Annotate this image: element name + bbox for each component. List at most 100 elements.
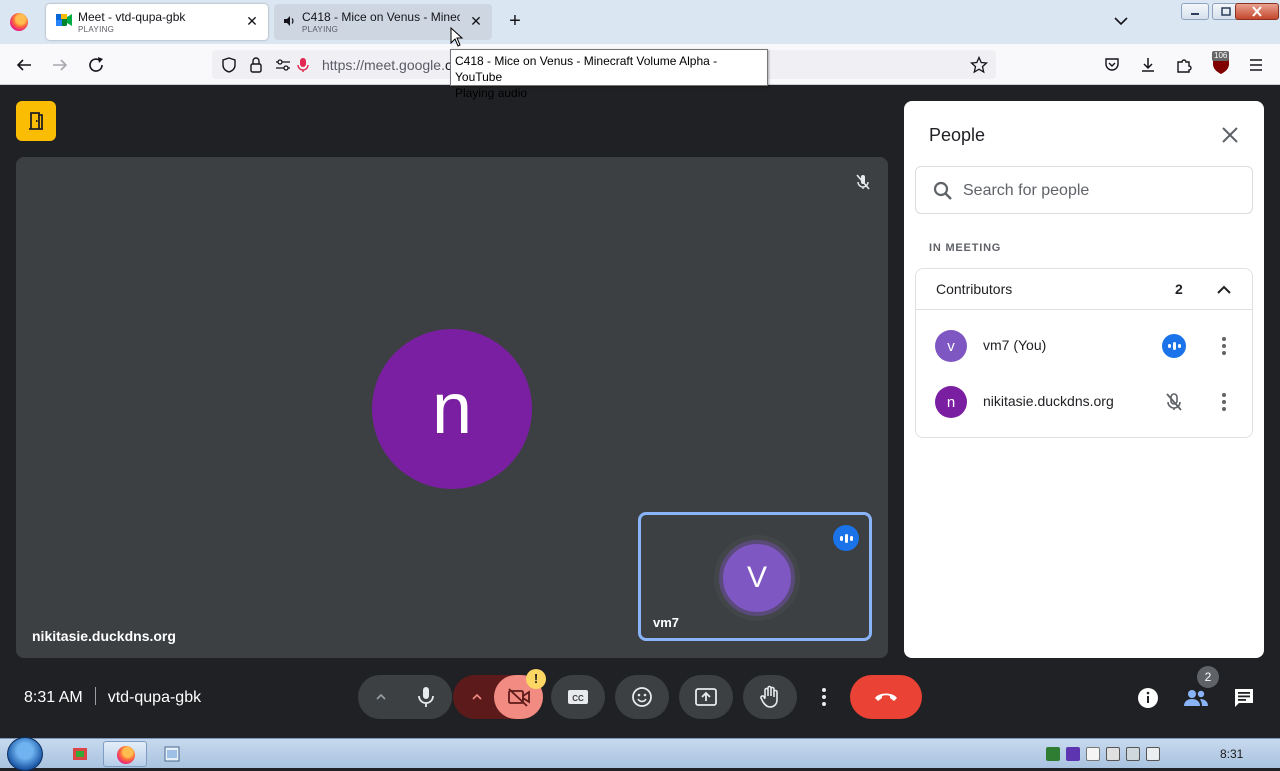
speaker-icon[interactable] bbox=[283, 15, 295, 27]
more-options-icon[interactable] bbox=[1212, 390, 1236, 414]
leave-call-button[interactable] bbox=[850, 675, 922, 719]
search-placeholder: Search for people bbox=[963, 182, 1090, 199]
door-icon bbox=[29, 112, 43, 130]
svg-text:CC: CC bbox=[572, 694, 584, 703]
tab-tooltip: C418 - Mice on Venus - Minecraft Volume … bbox=[450, 49, 768, 100]
info-icon bbox=[1138, 688, 1158, 708]
meeting-lobby-button[interactable] bbox=[16, 101, 56, 141]
tab-title: Meet - vtd-qupa-gbk bbox=[78, 10, 186, 24]
camera-warning-badge[interactable]: ! bbox=[526, 669, 546, 689]
hang-up-icon bbox=[875, 693, 897, 701]
self-name: vm7 bbox=[653, 615, 680, 630]
muted-microphone-icon bbox=[1166, 393, 1182, 411]
more-vert-icon bbox=[822, 688, 826, 706]
chevron-up-icon[interactable] bbox=[470, 690, 484, 704]
lock-icon[interactable] bbox=[248, 56, 264, 74]
close-tab-icon[interactable]: ✕ bbox=[468, 13, 484, 29]
app-icon bbox=[73, 748, 87, 760]
divider bbox=[94, 687, 96, 705]
downloads-button[interactable] bbox=[1136, 53, 1160, 77]
chevron-up-icon[interactable] bbox=[374, 690, 388, 704]
back-button[interactable] bbox=[12, 53, 36, 77]
people-panel: People Search for people IN MEETING Cont… bbox=[904, 101, 1264, 658]
contributors-group: Contributors 2 v vm7 (You) n nikitasie.d… bbox=[915, 268, 1253, 438]
taskbar-explorer-button[interactable] bbox=[150, 741, 194, 767]
closed-captions-icon: CC bbox=[568, 690, 588, 704]
emoji-smile-icon bbox=[632, 687, 652, 707]
flag-icon[interactable] bbox=[1106, 747, 1120, 761]
people-button[interactable] bbox=[1183, 685, 1209, 711]
mouse-cursor-icon bbox=[450, 27, 464, 47]
pocket-button[interactable] bbox=[1100, 53, 1124, 77]
speaking-status bbox=[1162, 334, 1186, 358]
raise-hand-icon bbox=[760, 685, 778, 708]
participant-avatar: n bbox=[935, 386, 967, 418]
back-arrow-icon bbox=[16, 59, 31, 71]
hamburger-menu-icon bbox=[1250, 59, 1262, 71]
volume-icon[interactable] bbox=[1146, 747, 1160, 761]
more-options-button[interactable] bbox=[807, 675, 841, 719]
document-tray-icon[interactable] bbox=[1086, 747, 1100, 761]
self-video-tile[interactable]: V vm7 bbox=[638, 512, 872, 641]
more-options-icon[interactable] bbox=[1212, 334, 1236, 358]
meeting-code: vtd-qupa-gbk bbox=[107, 689, 202, 706]
microphone-in-use-icon[interactable] bbox=[296, 56, 310, 74]
tooltip-title: C418 - Mice on Venus - Minecraft Volume … bbox=[455, 54, 718, 84]
reactions-button[interactable] bbox=[615, 675, 669, 719]
ublock-extension-button[interactable]: 106 bbox=[1210, 51, 1232, 77]
taskbar-clock[interactable]: 8:31 bbox=[1220, 747, 1243, 761]
chat-button[interactable] bbox=[1231, 685, 1257, 711]
permissions-icon[interactable] bbox=[274, 56, 292, 74]
contributors-header[interactable]: Contributors 2 bbox=[916, 269, 1252, 310]
close-tab-icon[interactable]: ✕ bbox=[244, 13, 260, 29]
participant-avatar: n bbox=[372, 329, 532, 489]
raise-hand-button[interactable] bbox=[743, 675, 797, 719]
close-icon[interactable] bbox=[1218, 123, 1242, 147]
group-label: Contributors bbox=[936, 281, 1013, 297]
bookmark-star-icon[interactable] bbox=[970, 56, 988, 74]
microphone-button[interactable] bbox=[400, 675, 452, 719]
network-icon[interactable] bbox=[1126, 747, 1140, 761]
app-menu-button[interactable] bbox=[1244, 53, 1268, 77]
forward-button[interactable] bbox=[48, 53, 72, 77]
network-globe-icon[interactable] bbox=[1046, 747, 1060, 761]
participant-row[interactable]: v vm7 (You) bbox=[916, 318, 1252, 374]
download-icon bbox=[1142, 58, 1154, 72]
meet-app: n nikitasie.duckdns.org V vm7 People Sea… bbox=[0, 85, 1280, 738]
tab-meet[interactable]: Meet - vtd-qupa-gbk PLAYING ✕ bbox=[46, 4, 268, 40]
pocket-icon bbox=[1105, 58, 1119, 71]
panel-title: People bbox=[929, 125, 986, 145]
firefox-menu-icon[interactable] bbox=[10, 13, 28, 31]
minimize-icon bbox=[1191, 13, 1199, 15]
present-screen-icon bbox=[695, 688, 717, 706]
participant-row[interactable]: n nikitasie.duckdns.org bbox=[916, 374, 1252, 430]
captions-button[interactable]: CC bbox=[551, 675, 605, 719]
search-people-input[interactable]: Search for people bbox=[915, 166, 1253, 214]
new-tab-button[interactable]: + bbox=[504, 10, 526, 32]
reload-button[interactable] bbox=[84, 53, 108, 77]
reload-icon bbox=[89, 57, 103, 72]
meeting-details-button[interactable] bbox=[1135, 685, 1161, 711]
taskbar-firefox-button[interactable] bbox=[103, 741, 147, 767]
close-window-icon bbox=[1252, 6, 1262, 17]
present-screen-button[interactable] bbox=[679, 675, 733, 719]
meeting-time: 8:31 AM bbox=[24, 689, 83, 706]
windows-start-button[interactable] bbox=[7, 737, 43, 771]
muted-microphone-icon bbox=[856, 174, 870, 190]
participant-name: nikitasie.duckdns.org bbox=[32, 628, 176, 644]
muted-status bbox=[1162, 390, 1186, 414]
minimize-button[interactable] bbox=[1181, 3, 1209, 20]
tracking-protection-shield-icon[interactable] bbox=[220, 56, 238, 74]
participant-name: nikitasie.duckdns.org bbox=[983, 393, 1114, 409]
taskbar-app-button[interactable] bbox=[58, 741, 102, 767]
firefox-icon bbox=[117, 746, 135, 764]
extensions-button[interactable] bbox=[1172, 53, 1196, 77]
list-all-tabs-icon[interactable] bbox=[1112, 12, 1130, 30]
microphone-tray-icon[interactable] bbox=[1066, 747, 1080, 761]
participant-avatar: v bbox=[935, 330, 967, 362]
speaking-indicator-icon bbox=[1162, 334, 1186, 358]
chevron-up-icon[interactable] bbox=[1214, 280, 1234, 300]
window-close-button[interactable] bbox=[1235, 3, 1279, 20]
ublock-count-badge: 106 bbox=[1212, 51, 1230, 61]
tab-playing-label: PLAYING bbox=[302, 25, 339, 34]
